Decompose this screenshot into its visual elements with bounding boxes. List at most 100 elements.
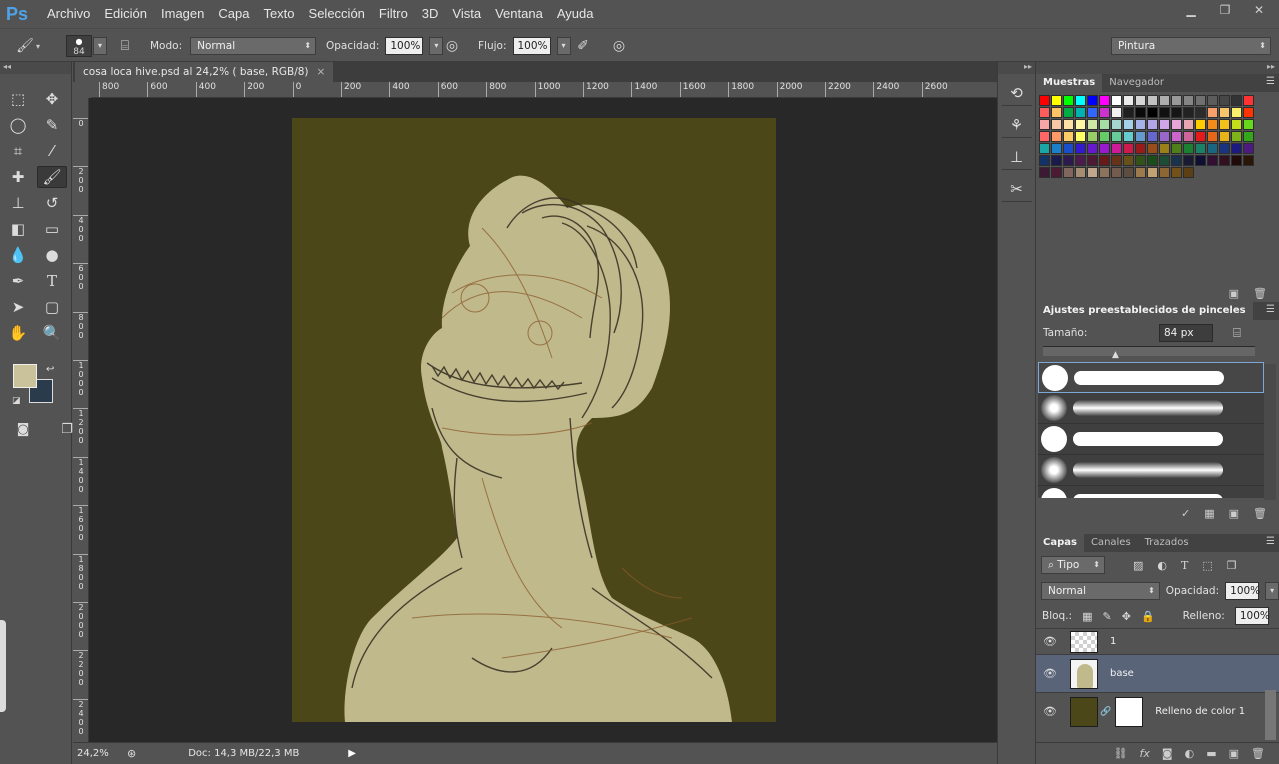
panel-menu-icon[interactable]: ☰ xyxy=(1266,304,1275,315)
color-swatch[interactable] xyxy=(1171,155,1182,166)
color-swatch[interactable] xyxy=(1111,119,1122,130)
type-tool-icon[interactable]: T xyxy=(37,270,67,292)
color-swatch[interactable] xyxy=(1159,119,1170,130)
color-swatch[interactable] xyxy=(1039,119,1050,130)
hand-tool-icon[interactable]: ✋ xyxy=(3,322,33,344)
color-swatch[interactable] xyxy=(1087,167,1098,178)
history-brush-tool-icon[interactable]: ↺ xyxy=(37,192,67,214)
color-swatch[interactable] xyxy=(1051,155,1062,166)
color-swatch[interactable] xyxy=(1111,95,1122,106)
pen-tool-icon[interactable]: ✒ xyxy=(3,270,33,292)
healing-brush-tool-icon[interactable]: ✚ xyxy=(3,166,33,188)
color-swatch[interactable] xyxy=(1243,119,1254,130)
add-mask-icon[interactable]: ◙ xyxy=(1162,747,1173,760)
eyedropper-tool-icon[interactable]: ⁄ xyxy=(37,140,67,162)
filter-adjustment-icon[interactable]: ◐ xyxy=(1157,559,1167,572)
toggle-brush-panel-icon[interactable]: ✓ xyxy=(1181,507,1190,520)
color-swatch[interactable] xyxy=(1147,167,1158,178)
color-swatch[interactable] xyxy=(1099,155,1110,166)
new-layer-icon[interactable]: ▣ xyxy=(1229,747,1239,760)
color-swatch[interactable] xyxy=(1111,131,1122,142)
new-group-icon[interactable]: ▬ xyxy=(1206,747,1216,760)
status-options-icon[interactable]: ⊛ xyxy=(127,747,136,760)
color-swatch[interactable] xyxy=(1123,167,1134,178)
color-swatch[interactable] xyxy=(1063,143,1074,154)
layer-row[interactable]: 👁 🔗 Relleno de color 1 xyxy=(1036,692,1279,730)
color-swatch[interactable] xyxy=(1075,143,1086,154)
brush-size-field[interactable]: 84 px xyxy=(1159,324,1213,342)
color-swatch[interactable] xyxy=(1063,119,1074,130)
canvas[interactable] xyxy=(292,118,776,722)
color-swatch[interactable] xyxy=(1183,167,1194,178)
expand-arrows-icon[interactable]: ▸▸ xyxy=(998,62,1035,74)
panel-menu-icon[interactable]: ☰ xyxy=(1266,76,1275,87)
mode-select[interactable]: Normal ⬍ xyxy=(190,37,317,55)
color-swatch[interactable] xyxy=(1171,119,1182,130)
color-swatch[interactable] xyxy=(1171,107,1182,118)
color-swatch[interactable] xyxy=(1159,95,1170,106)
color-swatch[interactable] xyxy=(1063,131,1074,142)
color-swatch[interactable] xyxy=(1207,107,1218,118)
layer-style-icon[interactable]: fx xyxy=(1140,747,1150,760)
color-swatch[interactable] xyxy=(1207,131,1218,142)
delete-preset-icon[interactable]: 🗑 xyxy=(1253,507,1267,520)
color-swatch[interactable] xyxy=(1111,107,1122,118)
status-menu-arrow-icon[interactable]: ▶ xyxy=(348,748,356,759)
layer-filter-select[interactable]: ⌕ Tipo ⬍ xyxy=(1041,556,1105,574)
color-swatch[interactable] xyxy=(1195,155,1206,166)
color-swatch[interactable] xyxy=(1135,167,1146,178)
color-swatch[interactable] xyxy=(1231,131,1242,142)
color-swatch[interactable] xyxy=(1123,131,1134,142)
airbrush-icon[interactable]: ✐ xyxy=(572,35,594,57)
brush-size-picker[interactable]: ● 84 xyxy=(66,35,92,57)
color-swatch[interactable] xyxy=(1039,107,1050,118)
color-swatch[interactable] xyxy=(1135,95,1146,106)
color-swatch[interactable] xyxy=(1051,167,1062,178)
color-swatch[interactable] xyxy=(1231,107,1242,118)
minimize-button[interactable]: ▁ xyxy=(1179,2,1203,18)
color-swatch[interactable] xyxy=(1195,119,1206,130)
delete-layer-icon[interactable]: 🗑 xyxy=(1251,747,1265,760)
pressure-opacity-icon[interactable]: ◎ xyxy=(441,35,463,57)
tab-capas[interactable]: Capas xyxy=(1036,534,1084,552)
color-swatch[interactable] xyxy=(1183,143,1194,154)
fill-field[interactable]: 100% xyxy=(1234,607,1270,625)
menu-imagen[interactable]: Imagen xyxy=(154,0,211,28)
color-swatch[interactable] xyxy=(1171,131,1182,142)
lock-all-icon[interactable]: 🔒 xyxy=(1141,610,1155,623)
blur-tool-icon[interactable]: 💧 xyxy=(3,244,33,266)
brush-preset[interactable] xyxy=(1038,486,1264,498)
layer-row[interactable]: 👁 base xyxy=(1036,654,1279,692)
color-swatch[interactable] xyxy=(1195,143,1206,154)
color-swatch[interactable] xyxy=(1087,143,1098,154)
swap-colors-icon[interactable]: ↩ xyxy=(46,364,54,375)
menu-capa[interactable]: Capa xyxy=(211,0,256,28)
color-swatch[interactable] xyxy=(1231,143,1242,154)
panel-menu-icon[interactable]: ☰ xyxy=(1266,536,1275,547)
color-swatch[interactable] xyxy=(1039,131,1050,142)
collapse-arrows-icon[interactable]: ◂◂ xyxy=(0,62,71,74)
blend-mode-select[interactable]: Normal ⬍ xyxy=(1041,582,1160,600)
color-swatch[interactable] xyxy=(1147,143,1158,154)
color-swatch[interactable] xyxy=(1051,95,1062,106)
color-swatch[interactable] xyxy=(1219,119,1230,130)
tab-muestras[interactable]: Muestras xyxy=(1036,74,1103,92)
brush-grid-icon[interactable]: ▦ xyxy=(1204,507,1214,520)
lock-pixels-icon[interactable]: ✎ xyxy=(1103,610,1112,623)
color-swatch[interactable] xyxy=(1123,95,1134,106)
brush-panel-toggle-icon[interactable]: ⌸ xyxy=(114,35,136,57)
color-swatch[interactable] xyxy=(1207,143,1218,154)
color-swatch[interactable] xyxy=(1063,167,1074,178)
tool-presets-panel-icon[interactable]: ✂ xyxy=(1001,176,1032,202)
color-swatch[interactable] xyxy=(1231,155,1242,166)
restore-button[interactable]: ❐ xyxy=(1213,2,1237,18)
color-swatch[interactable] xyxy=(1159,167,1170,178)
color-swatch[interactable] xyxy=(1063,95,1074,106)
color-swatch[interactable] xyxy=(1207,95,1218,106)
color-swatch[interactable] xyxy=(1243,131,1254,142)
tab-canales[interactable]: Canales xyxy=(1084,534,1138,552)
new-preset-icon[interactable]: ▣ xyxy=(1229,507,1239,520)
color-swatch[interactable] xyxy=(1075,119,1086,130)
default-colors-icon[interactable]: ◪ xyxy=(12,396,21,406)
link-layers-icon[interactable]: ⛓ xyxy=(1114,747,1128,760)
